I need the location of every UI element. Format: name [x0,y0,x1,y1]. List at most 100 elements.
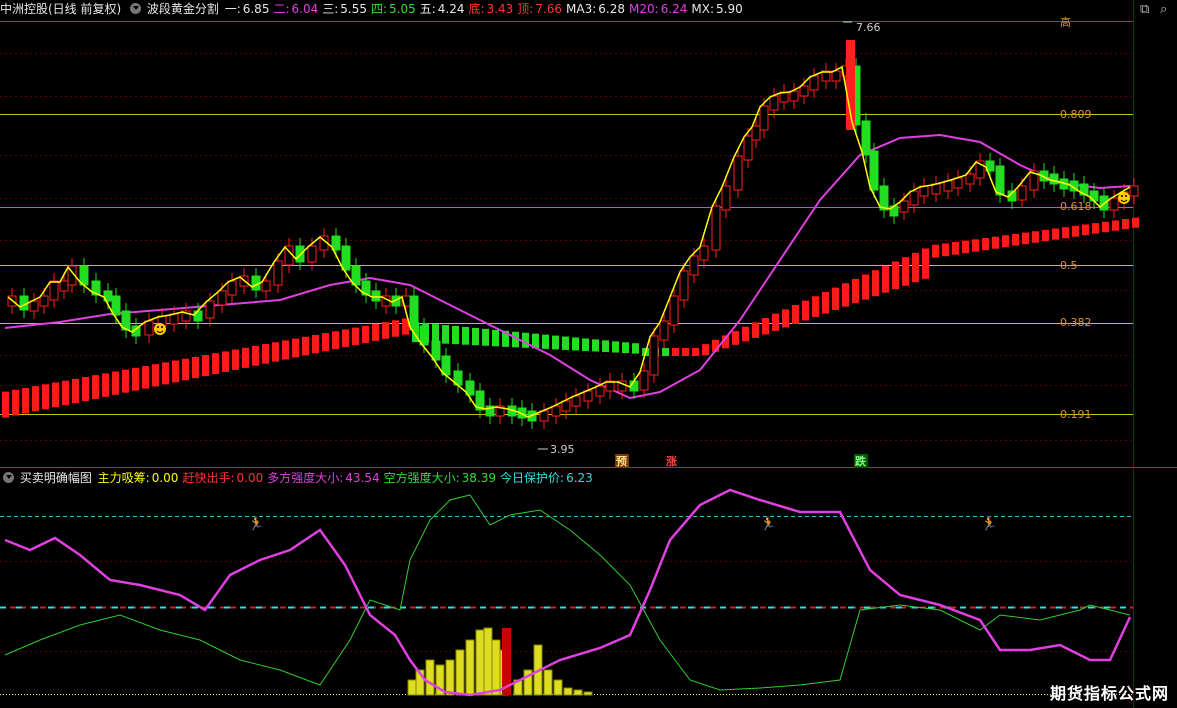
ribbon-bar [1062,227,1069,239]
ribbon-bar [522,332,529,348]
ribbon-bar [222,351,229,372]
candle [711,198,721,258]
candle [769,88,779,118]
ribbon-bar [1022,232,1029,245]
candle-body [733,155,743,191]
ribbon-bar [872,270,879,297]
ribbon-bar [752,322,759,338]
ribbon-bar [52,382,59,408]
ribbon-bar [1012,233,1019,246]
candle-body [261,280,271,292]
ribbon-bar [982,237,989,251]
ribbon-bar [612,341,619,353]
ribbon-bar [462,326,469,345]
accumulation-bar [583,691,593,696]
ribbon-bar [82,377,89,401]
candle [1029,163,1039,198]
ribbon-bar [912,252,919,283]
ribbon-bar [822,291,829,314]
candle-body [861,120,871,156]
ribbon-bar [132,367,139,391]
accumulation-bar [425,659,435,696]
ribbon-bar [1112,220,1119,231]
ribbon-bar [542,334,549,349]
candle-body [29,300,39,312]
candle [799,78,809,104]
candle-body [1089,190,1099,202]
candle [551,398,561,424]
ribbon-bar [492,329,499,347]
ribbon-bar [1102,221,1109,233]
ribbon-bar [1082,224,1089,236]
candle [919,178,929,204]
candle-body [831,70,841,82]
ribbon-bar [202,355,209,377]
candle-body [227,280,237,296]
ribbon-bar [272,342,279,362]
candle-body [409,295,419,331]
ribbon-bar [952,242,959,255]
kline-chart[interactable]: 高 0.809 0.618 0.5 0.382 0.191 7.66 3.95 … [0,0,1177,708]
ribbon-bar [602,340,609,353]
candle [821,63,831,89]
ribbon-bar [392,320,399,337]
candle-body [953,177,963,189]
ribbon-bar [782,309,789,328]
ribbon-bar [842,283,849,307]
ribbon-bar [382,322,389,339]
candle-body [769,95,779,111]
ribbon-bar [792,305,799,324]
signal-yu: 预 [616,454,627,468]
candle [605,373,615,399]
ribbon-bar [112,371,119,395]
ribbon-bar [62,380,69,406]
ribbon-bar [242,347,249,368]
ribbon-bar [692,348,699,356]
ribbon-bar [12,389,19,416]
high-marker: 7.66 [843,21,881,34]
candle-body [273,260,283,286]
candle [91,273,101,303]
candle-body [551,405,561,417]
ribbon-bar [932,244,939,258]
candle-body [699,245,709,261]
candle [495,398,505,424]
candle-body [721,185,731,211]
candle-body [679,270,689,301]
accumulation-bar [455,649,465,696]
candle [273,253,283,293]
candle-body [431,340,441,361]
low-marker: 3.95 [538,443,575,456]
ribbon-bar [802,300,809,321]
ribbon-bar [582,338,589,351]
fib-label-5: 0.5 [1060,259,1078,272]
ribbon-bar [302,336,309,356]
candle [583,383,593,409]
ribbon-bar [282,340,289,360]
ribbon-bar [102,373,109,397]
fib-label-382: 0.382 [1060,316,1092,329]
candle [743,128,753,168]
candle [29,293,39,319]
fib-label-809: 0.809 [1060,108,1092,121]
runner-icon: 🏃 [981,516,997,532]
accumulation-bar [543,669,553,696]
candle [227,273,237,303]
candle [931,176,941,202]
ribbon-bar [762,318,769,335]
ribbon-bar [1052,228,1059,240]
ribbon-bar [922,248,929,279]
candle-body [1017,185,1027,201]
candle-body [144,320,154,336]
candle [995,158,1005,203]
candle [485,398,495,424]
ribbon-bar [942,243,949,257]
ribbon-bar [852,278,859,304]
candle-body [205,300,215,319]
candle [571,388,581,414]
candle-body [419,325,429,346]
ribbon-bar [1072,225,1079,237]
candle-body [899,200,909,213]
candle-body [711,205,721,251]
ribbon-bar [732,331,739,345]
